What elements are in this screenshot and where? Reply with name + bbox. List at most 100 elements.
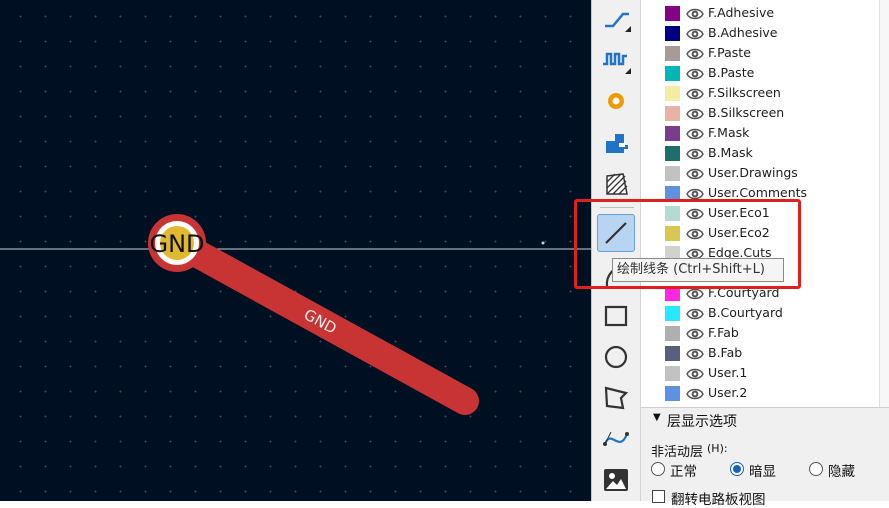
layer-row[interactable]: F.Paste [641, 44, 889, 64]
layer-color-swatch[interactable] [665, 386, 680, 401]
layer-color-swatch[interactable] [665, 46, 680, 61]
layer-name: User.Comments [708, 185, 808, 200]
layer-color-swatch[interactable] [665, 206, 680, 221]
layer-row[interactable]: User.Drawings [641, 164, 889, 184]
draw-circle-button[interactable] [597, 338, 635, 376]
visibility-eye-icon[interactable] [686, 6, 704, 22]
route-track-icon [605, 12, 631, 32]
inactive-layers-hotkey: (H): [707, 442, 728, 455]
polygon-icon [604, 386, 629, 410]
pad-net-label: GND [149, 230, 204, 258]
visibility-eye-icon[interactable] [686, 326, 704, 342]
layer-color-swatch[interactable] [665, 346, 680, 361]
visibility-eye-icon[interactable] [686, 286, 704, 302]
layer-color-swatch[interactable] [665, 226, 680, 241]
rectangle-icon [604, 305, 628, 327]
layer-row[interactable]: B.Mask [641, 144, 889, 164]
visibility-eye-icon[interactable] [686, 346, 704, 362]
layer-row[interactable]: B.Silkscreen [641, 104, 889, 124]
layer-color-swatch[interactable] [665, 26, 680, 41]
visibility-eye-icon[interactable] [686, 26, 704, 42]
layer-color-swatch[interactable] [665, 326, 680, 341]
tune-length-button[interactable] [597, 40, 635, 78]
layer-display-options: ▼ 层显示选项 非活动层 (H): 正常 暗显 隐藏 翻转电路板视图 [641, 407, 889, 508]
visibility-eye-icon[interactable] [686, 146, 704, 162]
visibility-eye-icon[interactable] [686, 46, 704, 62]
radio-normal-label[interactable]: 正常 [670, 460, 697, 480]
footprint-icon [606, 134, 628, 153]
draw-rectangle-button[interactable] [597, 297, 635, 335]
layer-row[interactable]: B.Adhesive [641, 24, 889, 44]
visibility-eye-icon[interactable] [686, 86, 704, 102]
layer-color-swatch[interactable] [665, 366, 680, 381]
route-track-button[interactable] [597, 0, 635, 38]
layer-options-header[interactable]: 层显示选项 [667, 411, 737, 431]
add-image-button[interactable] [597, 461, 635, 499]
radio-hide-label[interactable]: 隐藏 [828, 460, 855, 480]
visibility-eye-icon[interactable] [686, 206, 704, 222]
layer-row[interactable]: F.Mask [641, 124, 889, 144]
add-via-button[interactable] [597, 82, 635, 120]
layer-row[interactable]: F.Courtyard [641, 284, 889, 304]
radio-normal[interactable] [651, 462, 665, 476]
radio-hide[interactable] [809, 462, 823, 476]
visibility-eye-icon[interactable] [686, 186, 704, 202]
layers-scrollbar[interactable] [879, 0, 889, 407]
layer-color-swatch[interactable] [665, 286, 680, 301]
radio-dim[interactable] [730, 462, 744, 476]
draw-bezier-button[interactable] [597, 420, 635, 458]
flip-board-checkbox[interactable] [652, 490, 665, 503]
collapse-arrow-icon[interactable]: ▼ [653, 412, 661, 423]
layer-row[interactable]: User.Eco2 [641, 224, 889, 244]
layer-row[interactable]: B.Fab [641, 344, 889, 364]
via-icon [608, 93, 624, 109]
add-footprint-button[interactable] [597, 124, 635, 162]
draw-line-button[interactable] [597, 214, 635, 252]
visibility-eye-icon[interactable] [686, 386, 704, 402]
inactive-layers-label: 非活动层 [651, 445, 704, 460]
layer-row[interactable]: B.Courtyard [641, 304, 889, 324]
layer-name: F.Courtyard [708, 285, 780, 300]
layer-color-swatch[interactable] [665, 86, 680, 101]
layer-name: B.Silkscreen [708, 105, 785, 120]
tune-length-icon [603, 52, 631, 74]
radio-dim-label[interactable]: 暗显 [749, 460, 776, 480]
layer-name: F.Paste [708, 45, 751, 60]
layer-name: User.1 [708, 365, 748, 380]
layer-color-swatch[interactable] [665, 146, 680, 161]
draw-polygon-button[interactable] [597, 379, 635, 417]
layer-name: User.Drawings [708, 165, 798, 180]
layer-row[interactable]: F.Adhesive [641, 4, 889, 24]
bezier-icon [603, 431, 629, 446]
layer-name: F.Mask [708, 125, 750, 140]
visibility-eye-icon[interactable] [686, 306, 704, 322]
layer-row[interactable]: User.1 [641, 364, 889, 384]
layer-row[interactable]: User.Comments [641, 184, 889, 204]
circle-icon [604, 345, 628, 369]
layer-color-swatch[interactable] [665, 106, 680, 121]
layer-row[interactable]: User.2 [641, 384, 889, 404]
flip-board-label[interactable]: 翻转电路板视图 [671, 488, 766, 508]
layer-name: B.Adhesive [708, 25, 778, 40]
layer-row[interactable]: F.Fab [641, 324, 889, 344]
pcb-canvas[interactable]: GND GND [0, 0, 591, 501]
layer-color-swatch[interactable] [665, 6, 680, 21]
layer-color-swatch[interactable] [665, 166, 680, 181]
layer-color-swatch[interactable] [665, 126, 680, 141]
layer-color-swatch[interactable] [665, 186, 680, 201]
visibility-eye-icon[interactable] [686, 226, 704, 242]
add-zone-button[interactable] [597, 164, 635, 202]
layer-row[interactable]: F.Silkscreen [641, 84, 889, 104]
grid-origin-marker [541, 241, 545, 245]
visibility-eye-icon[interactable] [686, 66, 704, 82]
visibility-eye-icon[interactable] [686, 126, 704, 142]
layer-name: F.Fab [708, 325, 739, 340]
visibility-eye-icon[interactable] [686, 366, 704, 382]
layer-color-swatch[interactable] [665, 66, 680, 81]
visibility-eye-icon[interactable] [686, 106, 704, 122]
layer-color-swatch[interactable] [665, 306, 680, 321]
layer-name: B.Mask [708, 145, 753, 160]
layer-row[interactable]: B.Paste [641, 64, 889, 84]
layer-row[interactable]: User.Eco1 [641, 204, 889, 224]
visibility-eye-icon[interactable] [686, 166, 704, 182]
